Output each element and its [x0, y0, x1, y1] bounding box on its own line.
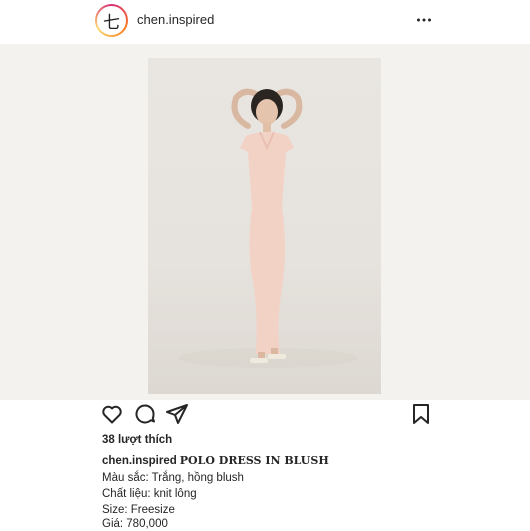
- avatar-ring[interactable]: 七: [95, 4, 128, 37]
- caption-line-size: Size: Freesize: [102, 504, 175, 516]
- caption-username[interactable]: chen.inspired: [102, 455, 177, 467]
- caption-line-material: Chất liệu: knit lông: [102, 488, 197, 500]
- username-link[interactable]: chen.inspired: [137, 12, 214, 27]
- avatar[interactable]: 七: [97, 6, 126, 35]
- post-header: 七 chen.inspired: [0, 0, 530, 42]
- caption-line-price: Giá: 780,000: [102, 518, 168, 530]
- model-illustration: [178, 88, 358, 368]
- caption-title: POLO DRESS IN BLUSH: [179, 454, 329, 467]
- caption-header: chen.inspired POLO DRESS IN BLUSH: [102, 454, 329, 468]
- comment-icon[interactable]: [133, 402, 157, 426]
- likes-count[interactable]: 38 lượt thích: [102, 434, 172, 446]
- post-image[interactable]: [148, 58, 381, 394]
- action-bar: [0, 402, 530, 428]
- bookmark-icon[interactable]: [409, 402, 433, 426]
- heart-icon[interactable]: [100, 402, 124, 426]
- more-horizontal-icon[interactable]: [416, 12, 432, 28]
- caption-line-color: Màu sắc: Trắng, hồng blush: [102, 472, 244, 484]
- share-icon[interactable]: [165, 402, 189, 426]
